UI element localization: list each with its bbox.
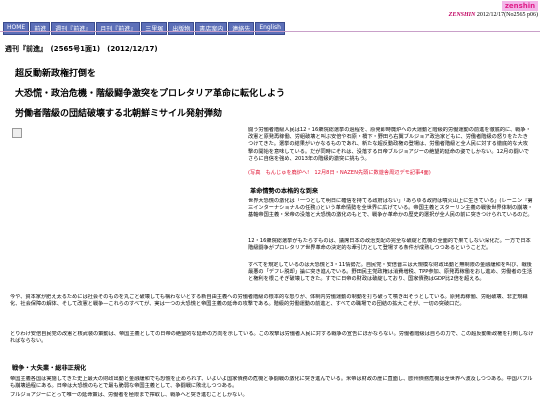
article-meta: 週刊『前進』 (2565号1面1) (2012/12/17) <box>5 45 158 53</box>
section-title-2: 戦争・大失業・総非正規化 <box>12 365 87 372</box>
lead-paragraph: 闘う労働者階級人民は12・16衆院総選挙の過程を、原発即時廃炉への大運動と階級的… <box>248 127 531 162</box>
wide-paragraph-1: 今や、資本家が肥え太るためには社会そのものを丸ごと破壊しても構わないとする新自由… <box>10 294 528 308</box>
site-logo[interactable]: zenshin <box>502 1 538 11</box>
section-title-1: 革命情勢の本格的な到来 <box>250 188 319 195</box>
headline-1: 超反動新政権打倒を <box>15 69 97 79</box>
bottom-paragraph-1: 帝国主義各国は実施してきた史上最大の財政出動と金融緩和でも恐慌を止められず、いよ… <box>10 376 533 390</box>
nav-home[interactable]: HOME <box>3 22 30 35</box>
nav-contact[interactable]: 連絡先 <box>228 22 255 35</box>
photo-caption: (写真 もんじゅを廃炉へ! 12月8日・NAZEN先頭に数遊舎周辺デモ記事4面) <box>248 170 431 176</box>
section1-paragraph-2: 12・16衆院総選挙がもたらすものは、議席日本の政治支配の完全な破綻と危機の全面… <box>248 238 531 252</box>
issue-line: ZENSHIN 2012/12/17(No2565 p06) <box>449 12 538 18</box>
issue-brand: ZENSHIN <box>448 12 476 18</box>
nav-weekly[interactable]: 週刊『前進』 <box>51 22 96 35</box>
bottom-paragraph-2: ブルジョアジーにとって唯一の延命策は、労働者を極限まで搾取し、戦争へと突き進むこ… <box>10 392 248 398</box>
site-header: zenshin ZENSHIN 2012/12/17(No2565 p06) H… <box>0 0 540 35</box>
section1-paragraph-1: 世界大恐慌の激化は「一つとして明日に確信を持てる政府はない」「あらゆる政府は噴火… <box>248 198 533 219</box>
headline-3: 労働者階級の団結破壊する北朝鮮ミサイル発射弾劾 <box>15 109 223 119</box>
nav-publications[interactable]: 出版物 <box>168 22 195 35</box>
wide-paragraph-2: とりわけ安倍自民党の改憲と核武装の策動は、帝国主義としての日帝の絶望的な延命の方… <box>10 331 534 345</box>
nav-monthly[interactable]: 月刊『前進』 <box>96 22 141 35</box>
nav-sanrizuka[interactable]: 三里塚 <box>141 22 168 35</box>
section1-paragraph-3: すべてを規定しているのは大恐慌と3・11情勢だ。自民党・安倍晋三は大規模な財政出… <box>248 262 533 283</box>
main-nav: HOME 前進 週刊『前進』 月刊『前進』 三里塚 出版物 書店案内 連絡先 E… <box>3 22 285 35</box>
broken-image <box>12 128 22 138</box>
nav-zenshin[interactable]: 前進 <box>30 22 51 35</box>
headline-2: 大恐慌・政治危機・階級闘争激突をプロレタリア革命に転化しよう <box>15 89 286 99</box>
nav-bookstores[interactable]: 書店案内 <box>195 22 228 35</box>
header-divider <box>0 31 540 32</box>
issue-date: 2012/12/17(No2565 p06) <box>476 12 538 18</box>
nav-english[interactable]: English <box>255 22 285 35</box>
